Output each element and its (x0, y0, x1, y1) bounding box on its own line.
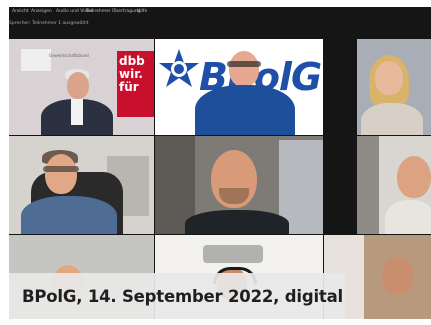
caption-banner: BPolG, 14. September 2022, digital (9, 273, 345, 319)
video-tile-speaker-dbb[interactable]: dbb wir. für Gewerkschaftsbund (9, 39, 154, 135)
bpol-star-logo (159, 49, 199, 87)
participant-shirt (185, 210, 289, 234)
participant-shirt (385, 200, 431, 234)
participant-head (382, 257, 414, 295)
participant-head (45, 154, 77, 194)
glasses (43, 166, 79, 172)
menu-bar: Ansicht Anzeigen Audio und Video Teilneh… (9, 7, 431, 17)
participant-top (361, 103, 423, 135)
participant-head (229, 51, 259, 87)
menu-item[interactable]: Teilnehmer (86, 9, 111, 14)
participant-head (67, 72, 89, 99)
video-conference-window: Ansicht Anzeigen Audio und Video Teilneh… (9, 7, 431, 319)
dbb-slogan: dbb wir. für (119, 54, 145, 94)
participant-shirt (21, 196, 117, 234)
video-tile-woman[interactable] (357, 39, 431, 135)
dbb-banner-text: Gewerkschaftsbund (49, 53, 89, 58)
background-door (357, 136, 379, 234)
dbb-logo-banner (21, 49, 51, 71)
participant-shirt (195, 85, 295, 135)
shirt (71, 99, 83, 125)
menu-item[interactable]: Anzeigen (31, 9, 52, 14)
menu-item[interactable]: Ansicht (12, 9, 29, 14)
glasses (227, 61, 261, 67)
video-tile-bpolg[interactable]: BPolG (155, 39, 323, 135)
menu-item[interactable]: Hilfe (137, 9, 147, 14)
participant-head (375, 61, 403, 95)
participant-head (397, 156, 431, 198)
caption-text: BPolG, 14. September 2022, digital (22, 287, 343, 306)
video-tile-man-glasses[interactable] (9, 136, 154, 234)
video-tile-bald-man[interactable] (155, 136, 323, 234)
video-tile-partial[interactable] (357, 136, 431, 234)
speaker-status: Sprecher: Teilnehmer 1 ausgewählt (9, 21, 89, 26)
wall-art (203, 245, 263, 263)
